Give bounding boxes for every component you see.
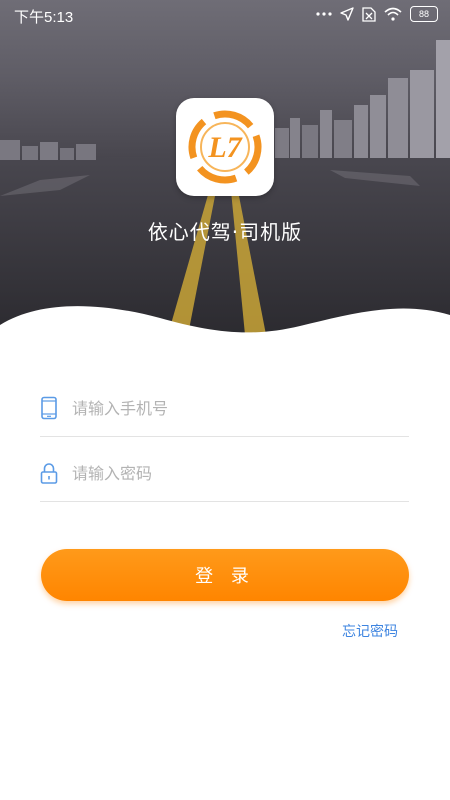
app-logo: L7 <box>176 98 274 196</box>
wifi-icon <box>384 7 402 21</box>
status-icons: 88 <box>316 6 438 22</box>
status-time: 下午5:13 <box>14 9 74 26</box>
more-dots-icon <box>316 12 332 16</box>
logo-emblem-icon: L7 <box>188 110 262 184</box>
phone-icon <box>41 396 57 420</box>
status-bar: 下午5:13 88 <box>0 0 450 30</box>
sim-off-icon <box>362 6 376 22</box>
login-button[interactable]: 登 录 <box>41 549 409 601</box>
forgot-password-link[interactable]: 忘记密码 <box>342 621 398 641</box>
lock-icon <box>40 463 58 484</box>
phone-field <box>40 376 409 437</box>
app-title: 依心代驾·司机版 <box>147 220 303 244</box>
phone-input[interactable] <box>70 390 404 426</box>
password-input[interactable] <box>70 455 404 491</box>
battery-icon: 88 <box>410 6 438 22</box>
password-field <box>40 441 409 502</box>
logo-text: L7 <box>207 131 242 164</box>
location-arrow-icon <box>340 7 354 21</box>
